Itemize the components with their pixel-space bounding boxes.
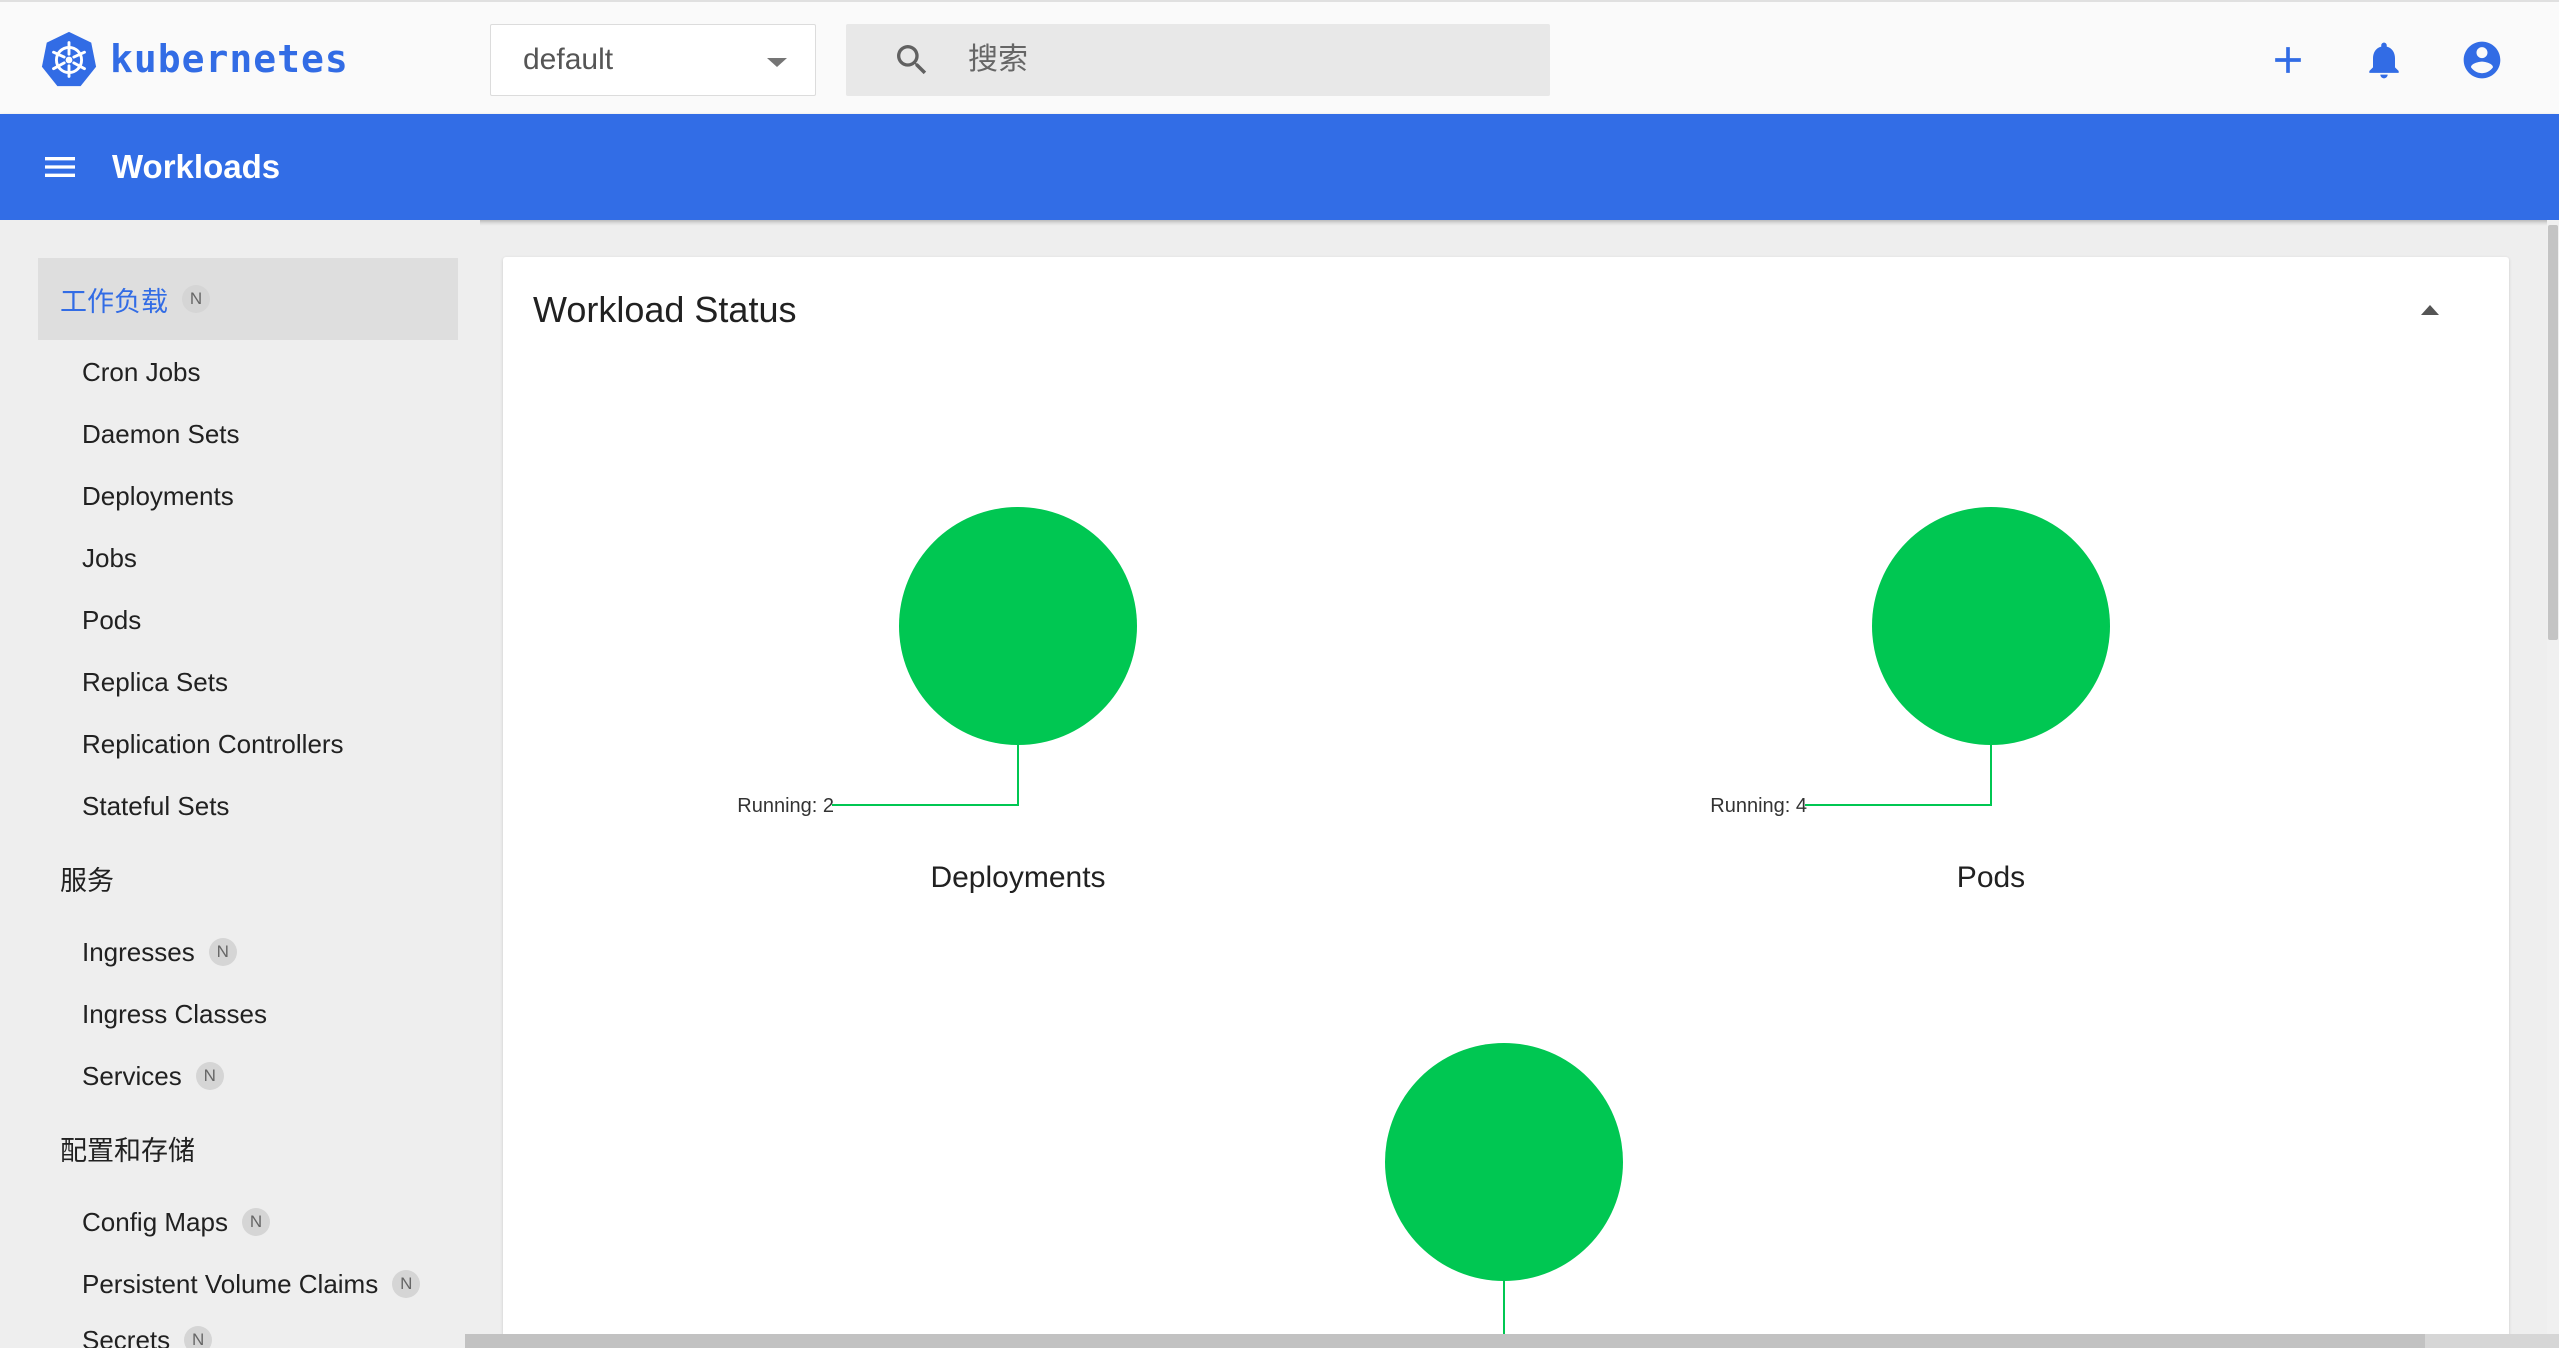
namespaced-badge: N [241,1208,270,1236]
sidebar-item-pods[interactable]: Pods [82,600,141,640]
pie-slice-running[interactable] [899,507,1137,745]
slice-leader-line [1805,745,1992,806]
sidebar-item-label: Persistent Volume Claims [82,1268,379,1299]
home-logo-link[interactable]: kubernetes [40,30,349,88]
pie-slice-running[interactable] [1872,507,2110,745]
nav-section-label: 配置和存储 [60,1135,195,1166]
workload-status-charts: Running: 2 Running: 4 [737,507,2110,1342]
sidebar-item-label: Replication Controllers [82,728,344,759]
sidebar-item-daemon-sets[interactable]: Daemon Sets [82,414,240,454]
sidebar-item-label: Replica Sets [82,666,228,697]
nav-section-config-storage[interactable]: 配置和存储 [60,1128,195,1168]
namespace-value: default [523,43,614,76]
sidebar-item-config-maps[interactable]: Config Maps N [82,1202,270,1242]
plus-icon[interactable] [2266,38,2310,82]
namespaced-badge: N [392,1270,421,1298]
logo-text: kubernetes [110,37,349,81]
horizontal-scrollbar-thumb[interactable] [465,1334,2425,1348]
chevron-down-icon [767,58,787,67]
kubernetes-logo-icon [41,31,97,87]
sidebar-item-label: Ingress Classes [82,998,267,1029]
chart-title-deployments: Deployments [930,861,1106,894]
sidebar-item-label: Cron Jobs [82,356,201,387]
sidebar-item-ingresses[interactable]: Ingresses N [82,932,237,972]
title-bar: Workloads [0,114,2559,220]
chart-title-pods: Pods [1956,861,2026,894]
sidebar-item-label: Config Maps [82,1206,228,1237]
sidebar-item-replica-sets[interactable]: Replica Sets [82,662,228,702]
sidebar-item-ingress-classes[interactable]: Ingress Classes [82,994,267,1034]
sidebar-item-services[interactable]: Services N [82,1056,224,1096]
search-input[interactable] [968,43,1528,77]
top-toolbar: kubernetes default [0,0,2559,114]
namespaced-badge: N [195,1062,224,1090]
sidebar-item-label: Ingresses [82,936,195,967]
sidebar-item-label: Deployments [82,480,234,511]
slice-data-label: Running: 4 [1710,795,1807,817]
namespaced-badge: N [182,285,210,313]
bell-icon[interactable] [2362,38,2406,82]
sidebar-item-stateful-sets[interactable]: Stateful Sets [82,786,229,826]
side-nav: 工作负载 N Cron Jobs Daemon Sets Deployments… [0,220,480,1348]
sidebar-item-label: Daemon Sets [82,418,240,449]
sidebar-item-label: Services [82,1060,182,1091]
slice-leader-line [832,745,1019,806]
sidebar-item-replication-controllers[interactable]: Replication Controllers [82,724,344,764]
sidebar-item-deployments[interactable]: Deployments [82,476,234,516]
namespace-select[interactable]: default [490,24,816,96]
sidebar-item-label: Jobs [82,542,137,573]
sidebar-item-cron-jobs[interactable]: Cron Jobs [82,352,201,392]
namespaced-badge: N [184,1326,213,1348]
sidebar-item-label: Stateful Sets [82,790,230,821]
vertical-scrollbar-thumb[interactable] [2548,225,2558,640]
search-box [846,24,1550,96]
sidebar-item-jobs[interactable]: Jobs [82,538,137,578]
sidebar-item-persistent-volume-claims[interactable]: Persistent Volume Claims N [82,1264,421,1304]
page-title: Workloads [112,148,281,185]
search-icon[interactable] [892,40,932,80]
workload-status-card: Workload Status Running: 2 Running: 4 Dep… [503,257,2509,1348]
nav-section-workloads-label: 工作负载 [60,286,168,317]
sidebar-item-label: Secrets [82,1324,171,1348]
menu-icon[interactable] [40,147,80,187]
slice-leader-line [1319,1281,1505,1342]
account-icon[interactable] [2460,38,2504,82]
sidebar-item-label: Pods [82,604,142,635]
nav-section-workloads[interactable]: 工作负载 N [38,258,458,340]
nav-section-label: 服务 [60,865,114,896]
slice-data-label: Running: 2 [737,795,834,817]
nav-section-services[interactable]: 服务 [60,858,114,898]
namespaced-badge: N [208,938,237,966]
sidebar-item-secrets[interactable]: Secrets N [82,1320,213,1348]
pie-slice-running[interactable] [1385,1043,1623,1281]
